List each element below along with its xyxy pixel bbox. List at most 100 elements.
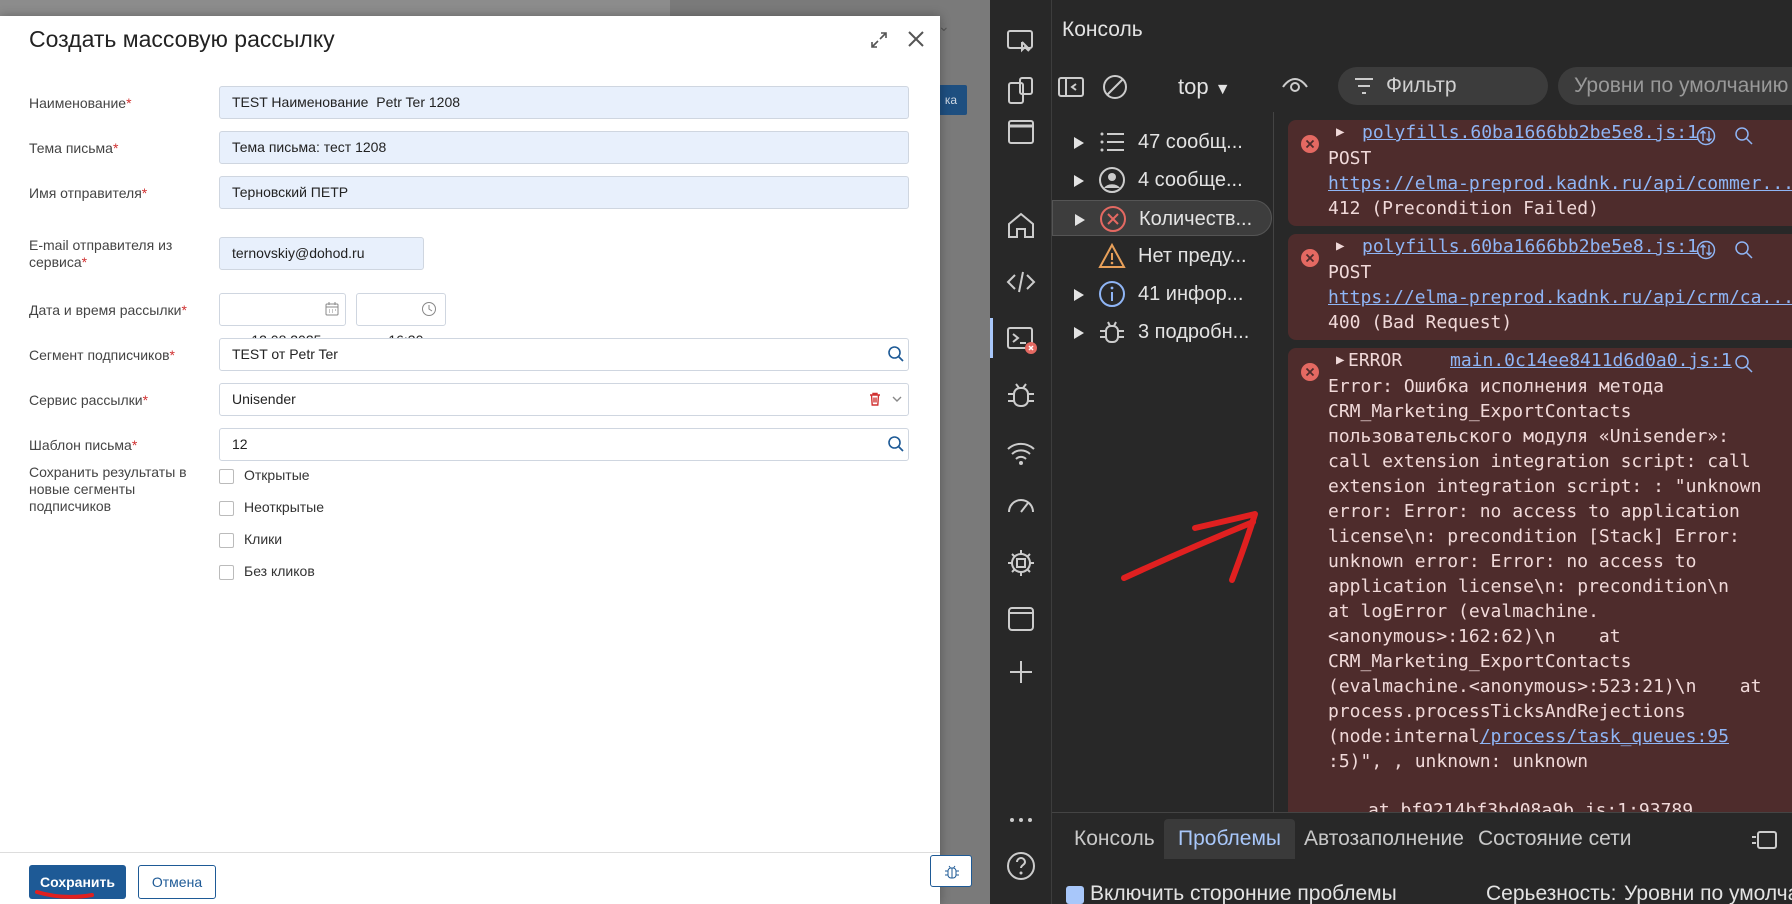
field-row-save-results: Сохранить результаты в новые сегменты по… <box>29 464 909 594</box>
checkbox[interactable] <box>219 564 234 580</box>
checkbox-opened[interactable]: Открытые <box>219 466 310 486</box>
stack-tail: :5)", , unknown: unknown <box>1328 751 1589 772</box>
field-row-service: Сервис рассылки* Unisender <box>29 383 909 417</box>
stack-link[interactable]: /process/task_queues:95 <box>1480 726 1729 747</box>
tab-console[interactable]: Консоль <box>1060 819 1169 859</box>
severity-select[interactable]: Уровни по умолчание <box>1624 882 1792 904</box>
cancel-button[interactable]: Отмена <box>138 865 216 899</box>
expand-triangle-icon[interactable]: ▶ <box>1336 238 1344 254</box>
search-icon[interactable] <box>1734 126 1754 146</box>
devtools-panel: Консоль top ▼ Фильтр Уровни по умолчанию… <box>990 0 1792 904</box>
plus-icon[interactable] <box>1004 655 1038 689</box>
expand-triangle-icon[interactable]: ▶ <box>1336 352 1344 368</box>
source-link[interactable]: polyfills.60ba1666bb2be5e8.js:1 <box>1362 236 1698 257</box>
sidebar-item-label: 3 подробн... <box>1138 321 1250 343</box>
sidebar-item-user-messages[interactable]: 4 сообще... <box>1052 162 1272 198</box>
field-label: Сервис рассылки <box>29 392 143 408</box>
segment-input[interactable]: TEST от Petr Ter <box>219 338 909 371</box>
request-url[interactable]: https://elma-preprod.kadnk.ru/api/commer… <box>1328 171 1792 196</box>
expand-triangle-icon[interactable]: ▶ <box>1336 124 1344 140</box>
date-input[interactable]: 12.08.2025 <box>219 293 346 348</box>
window-icon[interactable] <box>1004 115 1038 149</box>
field-label: E-mail отправителя из сервиса <box>29 237 173 270</box>
inspect-icon[interactable] <box>1004 24 1038 58</box>
user-icon <box>1099 167 1125 193</box>
close-icon[interactable] <box>905 28 927 50</box>
source-link[interactable]: main.0c14ee8411d6d0a0.js:1 <box>1450 350 1732 371</box>
checkbox-unopened[interactable]: Неоткрытые <box>219 498 324 518</box>
wifi-icon[interactable] <box>1004 436 1038 470</box>
error-stack-line: <anonymous>:162:62)\n at <box>1328 626 1621 647</box>
field-row-template: Шаблон письма* 12 <box>29 428 909 462</box>
tab-issues[interactable]: Проблемы <box>1164 819 1296 859</box>
levels-select[interactable]: Уровни по умолчанию <box>1558 67 1792 105</box>
device-icon[interactable] <box>1004 74 1038 108</box>
tab-autofill[interactable]: Автозаполнение <box>1290 819 1478 859</box>
search-icon[interactable] <box>1734 240 1754 260</box>
sidebar-item-warnings[interactable]: Нет преду... <box>1052 238 1272 274</box>
expand-icon[interactable] <box>869 30 889 50</box>
save-button[interactable]: Сохранить <box>29 865 126 899</box>
error-stack-line: CRM_Marketing_ExportContacts <box>1328 401 1632 422</box>
service-select[interactable]: Unisender <box>219 383 909 416</box>
checkbox[interactable] <box>219 500 234 516</box>
request-url[interactable]: https://elma-preprod.kadnk.ru/api/crm/ca… <box>1328 285 1792 310</box>
search-icon[interactable] <box>1734 354 1754 374</box>
checkbox[interactable] <box>219 532 234 548</box>
error-stack-line: пользовательского модуля «Unisender»: <box>1328 426 1729 447</box>
third-party-checkbox[interactable] <box>1066 886 1084 904</box>
console-message-error: ▶ polyfills.60ba1666bb2be5e8.js:1 POST h… <box>1288 234 1792 340</box>
search-icon[interactable] <box>887 435 905 453</box>
checkbox-clicks[interactable]: Клики <box>219 530 282 550</box>
sidebar-item-messages[interactable]: 47 сообщ... <box>1052 124 1272 160</box>
modal-title: Создать массовую рассылку <box>29 26 335 52</box>
more-icon[interactable] <box>1004 803 1038 837</box>
expand-triangle-icon <box>1075 214 1085 226</box>
request-status: 400 (Bad Request) <box>1328 312 1513 333</box>
sender-name-input[interactable]: Терновский ПЕТР <box>219 176 909 209</box>
filter-input[interactable]: Фильтр <box>1338 67 1548 105</box>
sidebar-toggle-icon[interactable] <box>1056 72 1086 102</box>
chevron-down-icon[interactable] <box>891 394 903 404</box>
tab-network-conditions[interactable]: Состояние сети <box>1464 819 1645 859</box>
search-icon[interactable] <box>887 345 905 363</box>
application-icon[interactable] <box>1004 602 1038 636</box>
request-method: POST <box>1328 148 1372 169</box>
trash-icon[interactable] <box>867 391 883 407</box>
eye-icon[interactable] <box>1280 72 1310 102</box>
checkbox[interactable] <box>219 468 234 484</box>
help-icon[interactable] <box>1004 849 1038 883</box>
error-stack-line: license\n: precondition [Stack] Error: <box>1328 526 1740 547</box>
performance-icon[interactable] <box>1004 488 1038 522</box>
network-request-icon[interactable] <box>1696 240 1716 260</box>
issues-toolbar: Включить сторонние проблемы Серьезность:… <box>1052 862 1792 904</box>
bug-report-button[interactable] <box>930 855 972 887</box>
time-input[interactable]: 16:30 <box>356 293 446 348</box>
clear-console-icon[interactable] <box>1100 72 1130 102</box>
error-icon <box>1100 206 1126 232</box>
error-icon <box>1301 249 1319 267</box>
source-link[interactable]: polyfills.60ba1666bb2be5e8.js:1 <box>1362 122 1698 143</box>
dock-icon[interactable] <box>1750 829 1778 851</box>
context-select[interactable]: top ▼ <box>1178 74 1231 100</box>
sidebar-item-verbose[interactable]: 3 подробн... <box>1052 314 1272 350</box>
elements-icon[interactable] <box>1004 265 1038 299</box>
expand-triangle-icon <box>1074 137 1084 149</box>
checkbox-no-clicks[interactable]: Без кликов <box>219 562 315 582</box>
sidebar-item-info[interactable]: 41 инфор... <box>1052 276 1272 312</box>
sidebar-item-label: Количеств... <box>1139 208 1253 230</box>
calendar-icon[interactable] <box>324 301 340 317</box>
console-icon[interactable] <box>1004 322 1038 356</box>
subject-input[interactable]: Тема письма: тест 1208 <box>219 131 909 164</box>
clock-icon[interactable] <box>421 301 437 317</box>
sidebar-item-errors[interactable]: Количеств... <box>1052 200 1272 236</box>
home-icon[interactable] <box>1004 208 1038 242</box>
create-mailing-modal: Создать массовую рассылку Наименование* … <box>0 16 940 904</box>
sender-email-input[interactable]: ternovskiy@dohod.ru <box>219 237 424 270</box>
name-input[interactable]: TEST Наименование Petr Ter 1208 <box>219 86 909 119</box>
template-input[interactable]: 12 <box>219 428 909 461</box>
checkbox-label: Без кликов <box>244 563 315 579</box>
network-request-icon[interactable] <box>1696 126 1716 146</box>
bug-icon[interactable] <box>1004 378 1038 412</box>
cpu-icon[interactable] <box>1004 546 1038 580</box>
